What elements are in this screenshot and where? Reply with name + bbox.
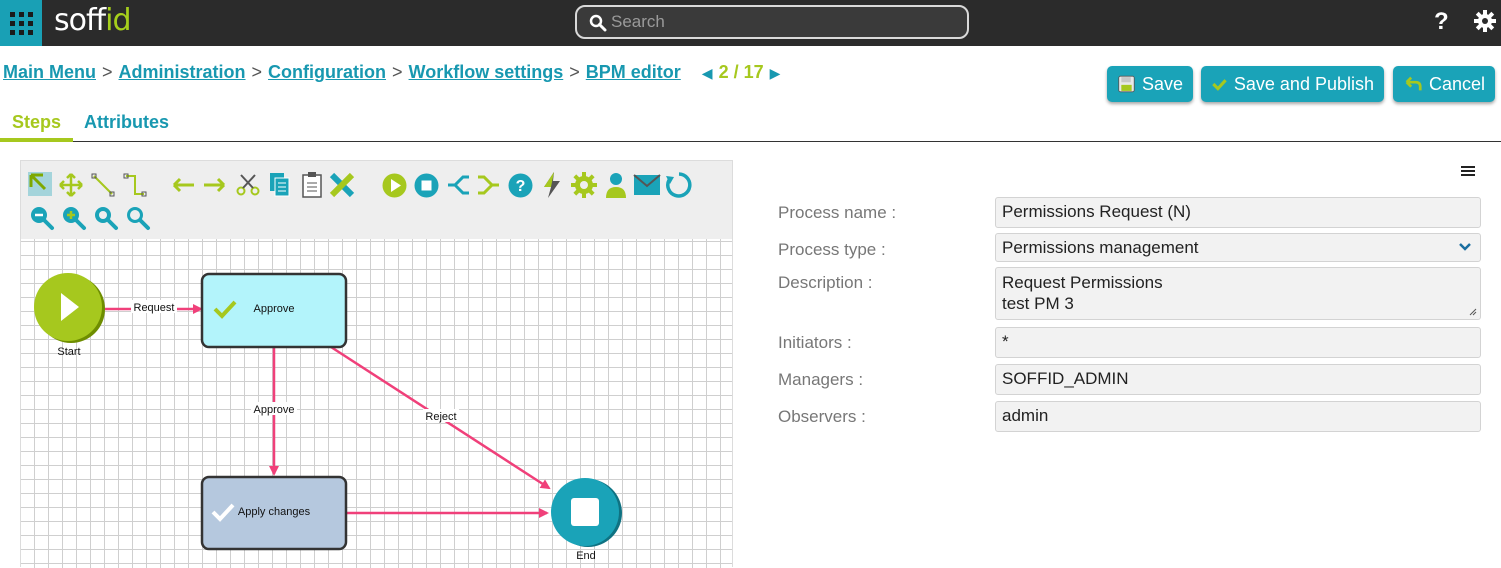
apps-grid-icon[interactable] [0,0,42,46]
zoom-fit-icon[interactable] [93,205,119,231]
copy-icon[interactable] [267,171,293,199]
svg-text:?: ? [516,178,526,195]
search-input[interactable] [611,11,951,33]
process-name-field[interactable]: Permissions Request (N) [995,197,1481,228]
observers-label: Observers : [778,407,866,426]
fork-icon[interactable] [445,172,471,198]
zoom-actual-size-icon[interactable] [125,205,151,231]
end-event-icon[interactable] [413,172,440,199]
breadcrumb-workflow-settings[interactable]: Workflow settings [409,62,564,82]
action-lightning-icon[interactable] [541,171,563,199]
paste-icon[interactable] [299,171,325,199]
breadcrumb-bpm-editor[interactable]: BPM editor [586,62,681,82]
redo-icon[interactable] [201,172,227,198]
process-type-label: Process type : [778,240,886,259]
process-name-label: Process name : [778,203,897,222]
edge-request[interactable]: Request [105,300,203,314]
save-and-publish-button[interactable]: Save and Publish [1201,66,1384,102]
user-task-icon[interactable] [604,171,628,199]
cancel-button[interactable]: Cancel [1393,66,1495,102]
observers-field[interactable]: admin [995,401,1481,432]
check-icon [1212,79,1227,91]
tab-steps[interactable]: Steps [0,112,74,142]
process-type-select[interactable]: Permissions management [995,233,1481,262]
zoom-in-icon[interactable] [61,205,87,231]
delete-icon[interactable] [328,171,356,199]
join-icon[interactable] [475,172,501,198]
zoom-out-icon[interactable] [29,205,55,231]
breadcrumb-configuration[interactable]: Configuration [268,62,386,82]
decision-icon[interactable]: ? [507,172,534,199]
mail-task-icon[interactable] [633,174,661,196]
managers-label: Managers : [778,370,864,389]
chevron-down-icon [1459,243,1471,251]
breadcrumb-main-menu[interactable]: Main Menu [3,62,96,82]
start-event-icon[interactable] [381,172,408,199]
previous-arrow-icon[interactable]: ◀ [702,65,713,81]
initiators-label: Initiators : [778,333,852,352]
pager-position: 2 / 17 [718,62,764,82]
start-node[interactable]: Start [34,273,105,358]
next-arrow-icon[interactable]: ▶ [770,65,781,81]
move-icon[interactable] [58,172,84,198]
edge-label-request: Request [134,302,175,314]
approve-task-label: Approve [254,303,295,315]
select-pointer-icon[interactable] [27,171,53,197]
description-label: Description : [778,273,873,292]
pager: ◀ 2 / 17 ▶ [696,62,787,83]
soffid-logo[interactable]: soffid [54,3,132,38]
description-textarea[interactable]: Request Permissions test PM 3 [995,267,1481,320]
breadcrumb-administration[interactable]: Administration [119,62,246,82]
end-node[interactable]: End [551,478,622,562]
tab-bar: Steps Attributes [0,110,1501,142]
editor-toolbar: ? [21,161,732,239]
floppy-icon [1118,75,1135,93]
timer-icon[interactable] [665,171,693,199]
gear-icon[interactable] [1473,9,1497,33]
breadcrumb: Main Menu > Administration > Configuration > W… [3,62,786,83]
approve-task-node[interactable]: Approve [200,272,348,349]
help-icon[interactable]: ? [1434,8,1449,36]
search-icon [589,14,607,32]
search-box[interactable] [575,5,969,39]
initiators-field[interactable]: * [995,327,1481,358]
edge-label-approve: Approve [254,404,295,416]
save-button[interactable]: Save [1107,66,1193,102]
menu-icon[interactable] [1461,166,1475,178]
diagram-canvas[interactable]: Request Approve Reject Start Approve App… [21,239,732,568]
start-node-label: Start [57,346,80,358]
edge-label-reject: Reject [425,411,456,423]
straight-connector-icon[interactable] [90,172,116,198]
bpm-editor: ? Request Approve Reject Start Approve A… [20,160,733,568]
managers-field[interactable]: SOFFID_ADMIN [995,364,1481,395]
cut-icon[interactable] [235,172,261,198]
end-node-label: End [576,550,596,562]
edge-reject[interactable]: Reject [330,345,551,490]
edge-approve[interactable]: Approve [251,347,297,476]
top-bar: soffid ? [0,0,1501,46]
apply-changes-task-label: Apply changes [238,506,311,518]
resize-handle-icon[interactable] [1469,308,1477,316]
elbow-connector-icon[interactable] [122,172,148,198]
system-task-gear-icon[interactable] [570,171,598,199]
undo-icon[interactable] [171,172,197,198]
undo-arrow-icon [1405,76,1422,91]
apply-changes-task-node[interactable]: Apply changes [200,475,348,551]
tab-attributes[interactable]: Attributes [84,112,169,133]
